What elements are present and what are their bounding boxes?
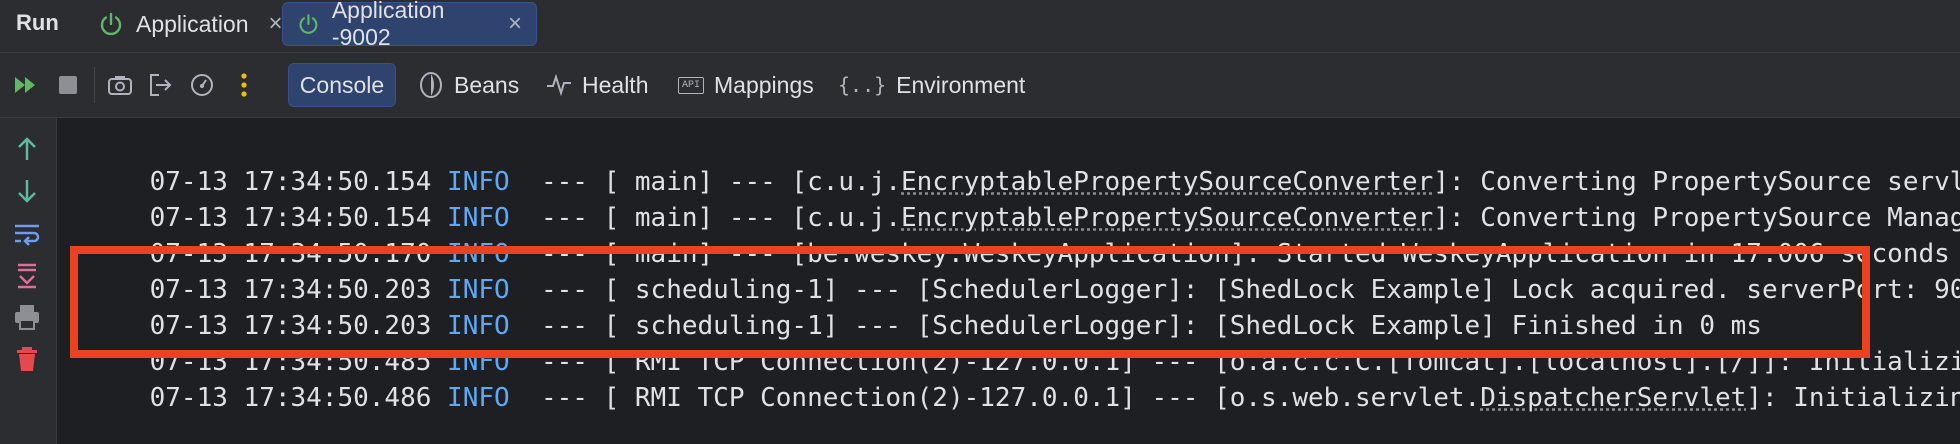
tab-health[interactable]: Health <box>526 63 668 107</box>
soft-wrap-icon[interactable] <box>12 218 42 248</box>
braces-icon: {..} <box>838 73 887 97</box>
log-class-link[interactable]: DispatcherServlet <box>1480 383 1746 413</box>
bean-icon <box>420 72 442 98</box>
scroll-to-end-icon[interactable] <box>12 260 42 290</box>
close-icon[interactable]: × <box>269 12 283 36</box>
run-tool-window-header: Run Application × Application -9002 × <box>0 0 1960 53</box>
log-time: 07-13 17:34:50.486 <box>149 383 432 413</box>
arrow-down-icon[interactable] <box>12 176 42 206</box>
power-icon <box>100 12 122 36</box>
tab-mappings-label: Mappings <box>714 71 814 98</box>
tab-health-label: Health <box>582 71 649 98</box>
exit-icon[interactable] <box>146 71 174 99</box>
tab-console[interactable]: Console <box>288 63 396 107</box>
log-level: INFO <box>447 383 510 413</box>
tab-label: Application -9002 <box>331 0 445 50</box>
tab-console-label: Console <box>299 71 385 98</box>
print-icon[interactable] <box>12 302 42 332</box>
tab-application-9002[interactable]: Application -9002 × <box>282 0 537 50</box>
log-line: 07-13 17:34:50.486 INFO --- [ RMI TCP Co… <box>87 332 1960 413</box>
toolbar-separator <box>94 67 95 103</box>
run-title: Run <box>16 10 59 35</box>
more-options-icon[interactable] <box>230 71 258 99</box>
stop-icon[interactable] <box>54 71 82 99</box>
tab-mappings[interactable]: API Mappings <box>658 63 834 107</box>
tab-beans-label: Beans <box>454 71 520 98</box>
log-text-pre: --- [ RMI TCP Connection(2)-127.0.0.1] -… <box>509 383 1481 413</box>
dashboard-icon[interactable] <box>188 71 216 99</box>
pulse-icon <box>547 73 571 97</box>
rerun-icon[interactable] <box>12 71 40 99</box>
tab-application[interactable]: Application × <box>84 2 297 46</box>
tab-beans[interactable]: Beans <box>398 63 539 107</box>
tab-environment[interactable]: {..} Environment <box>818 63 1045 107</box>
tab-label: Application <box>136 10 249 37</box>
log-text-post: ]: Initializing Se <box>1746 383 1960 413</box>
arrow-up-icon[interactable] <box>12 134 42 164</box>
trash-icon[interactable] <box>12 344 42 374</box>
api-icon: API <box>678 76 705 94</box>
camera-icon[interactable] <box>106 71 134 99</box>
close-icon[interactable]: × <box>508 12 522 36</box>
run-toolbar: Console Beans Health API Mappings {..} E… <box>0 53 1960 118</box>
console-output[interactable]: 07-13 17:34:50.154 INFO --- [ main] --- … <box>57 118 1960 444</box>
tab-environment-label: Environment <box>896 71 1026 98</box>
power-icon <box>299 14 318 34</box>
console-side-toolbar <box>0 118 57 444</box>
